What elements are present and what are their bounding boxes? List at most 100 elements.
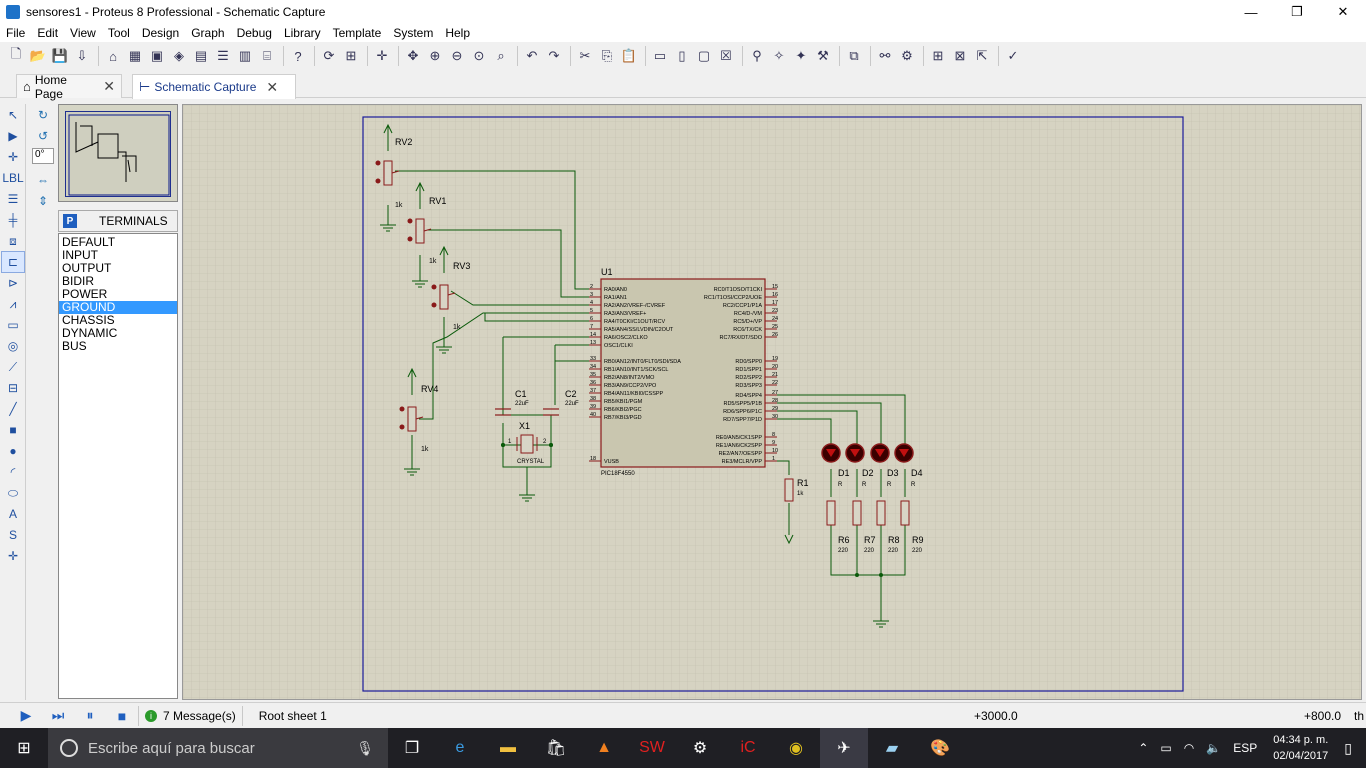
block-move-icon[interactable]: ▯ (672, 46, 692, 66)
box-icon[interactable]: ■ (2, 420, 24, 440)
3d-view-icon[interactable]: ◈ (169, 46, 189, 66)
tab-home-page[interactable]: ⌂ Home Page ✕ (16, 73, 122, 101)
exit-to-parent-icon[interactable]: ⇱ (972, 46, 992, 66)
schematic-drawing[interactable]: RV2 1k RV1 1k RV3 1k RV4 1k C1 22uF C2 2… (183, 105, 1362, 700)
tape-recorder-icon[interactable]: ▭ (2, 315, 24, 335)
edge-icon[interactable]: e (436, 728, 484, 768)
wifi-icon[interactable]: ◠ (1184, 741, 1194, 755)
taskbar-search[interactable]: Escribe aquí para buscar 🎙 (48, 728, 388, 768)
stop-button[interactable]: ■ (112, 706, 132, 726)
explorer-icon[interactable]: ▬ (484, 728, 532, 768)
component-mode-icon[interactable]: ▶ (2, 126, 24, 146)
make-device-icon[interactable]: ✧ (769, 46, 789, 66)
menu-help[interactable]: Help (439, 26, 476, 40)
menu-system[interactable]: System (387, 26, 439, 40)
notepad-icon[interactable]: ▰ (868, 728, 916, 768)
menu-design[interactable]: Design (136, 26, 185, 40)
help-icon[interactable]: ? (288, 46, 308, 66)
electrical-rule-check-icon[interactable]: ✓ (1003, 46, 1023, 66)
origin-icon[interactable]: ✛ (372, 46, 392, 66)
remove-sheet-icon[interactable]: ⊠ (950, 46, 970, 66)
cut-icon[interactable]: ✂ (575, 46, 595, 66)
text-icon[interactable]: A (2, 504, 24, 524)
overview-window[interactable] (58, 104, 178, 202)
restore-button[interactable]: ❐ (1274, 0, 1320, 24)
search-tag-icon[interactable]: ⚯ (875, 46, 895, 66)
zoom-out-icon[interactable]: ⊖ (447, 46, 467, 66)
notifications-icon[interactable]: ▯ (1344, 740, 1352, 757)
undo-icon[interactable]: ↶ (522, 46, 542, 66)
pcb-icon[interactable]: ▣ (147, 46, 167, 66)
chevron-up-icon[interactable]: ⌃ (1138, 741, 1148, 755)
design-explorer-icon[interactable]: ⌸ (257, 46, 277, 66)
new-sheet-icon[interactable]: ⊞ (928, 46, 948, 66)
source-code-icon[interactable]: ▥ (235, 46, 255, 66)
chrome-icon[interactable]: ◉ (772, 728, 820, 768)
minimize-button[interactable]: — (1228, 0, 1274, 24)
messages-indicator[interactable]: i 7 Message(s) (145, 709, 236, 723)
mirror-x-icon[interactable]: ⇔ (32, 170, 54, 190)
rotation-angle-input[interactable]: 0° (32, 148, 54, 164)
schematic-canvas[interactable]: RV2 1k RV1 1k RV3 1k RV4 1k C1 22uF C2 2… (182, 104, 1362, 700)
new-file-icon[interactable]: 🗋 (6, 46, 26, 66)
pan-icon[interactable]: ✥ (403, 46, 423, 66)
bom-icon[interactable]: ☰ (213, 46, 233, 66)
copy-icon[interactable]: ⎘ (597, 46, 617, 66)
menu-template[interactable]: Template (327, 26, 388, 40)
language-indicator[interactable]: ESP (1233, 741, 1257, 755)
menu-debug[interactable]: Debug (231, 26, 278, 40)
wire-autorouter-icon[interactable]: ⧉ (844, 46, 864, 66)
arc-icon[interactable]: ◜ (2, 462, 24, 482)
menu-view[interactable]: View (64, 26, 102, 40)
line-icon[interactable]: ╱ (2, 399, 24, 419)
property-assignment-icon[interactable]: ⚙ (897, 46, 917, 66)
decompose-icon[interactable]: ⚒ (813, 46, 833, 66)
save-icon[interactable]: 💾 (50, 46, 70, 66)
junction-dot-icon[interactable]: ✛ (2, 147, 24, 167)
terminals-mode-icon[interactable]: ⊏ (1, 251, 25, 273)
ccleaner-icon[interactable]: iC (724, 728, 772, 768)
clock[interactable]: 04:34 p. m. 02/04/2017 (1273, 732, 1328, 764)
refresh-icon[interactable]: ⟳ (319, 46, 339, 66)
volume-icon[interactable]: 🔈 (1206, 741, 1221, 755)
graph-mode-icon[interactable]: ⩘ (2, 294, 24, 314)
package-tool-icon[interactable]: ✦ (791, 46, 811, 66)
solidworks-icon[interactable]: SW (628, 728, 676, 768)
close-button[interactable]: ✕ (1320, 0, 1366, 24)
block-copy-icon[interactable]: ▭ (650, 46, 670, 66)
play-button[interactable]: ▶ (16, 706, 36, 726)
home-icon[interactable]: ⌂ (103, 46, 123, 66)
paint-icon[interactable]: 🎨 (916, 728, 964, 768)
path-icon[interactable]: ⬭ (2, 483, 24, 503)
marker-icon[interactable]: ✛ (2, 546, 24, 566)
menu-file[interactable]: File (0, 26, 31, 40)
schematic-icon[interactable]: ▦ (125, 46, 145, 66)
steam-icon[interactable]: ⚙ (676, 728, 724, 768)
list-item[interactable]: BUS (59, 340, 177, 353)
zoom-in-icon[interactable]: ⊕ (425, 46, 445, 66)
zoom-area-icon[interactable]: ⌕ (491, 46, 511, 66)
battery-icon[interactable]: ▭ (1160, 741, 1171, 755)
menu-graph[interactable]: Graph (185, 26, 230, 40)
selection-mode-icon[interactable]: ↖ (2, 105, 24, 125)
pause-button[interactable]: ⏸ (80, 706, 100, 726)
paste-icon[interactable]: 📋 (619, 46, 639, 66)
voltage-probe-icon[interactable]: ⟋ (2, 357, 24, 377)
symbol-icon[interactable]: S (2, 525, 24, 545)
tab-schematic-capture[interactable]: ⊢ Schematic Capture ✕ (132, 74, 296, 99)
menu-library[interactable]: Library (278, 26, 327, 40)
zoom-all-icon[interactable]: ⊙ (469, 46, 489, 66)
redo-icon[interactable]: ↷ (544, 46, 564, 66)
subcircuit-icon[interactable]: ⧈ (2, 231, 24, 251)
block-delete-icon[interactable]: ☒ (716, 46, 736, 66)
pick-device-icon[interactable]: ⚲ (747, 46, 767, 66)
mirror-y-icon[interactable]: ⇕ (32, 191, 54, 211)
vlc-icon[interactable]: ▲ (580, 728, 628, 768)
windows-start-icon[interactable]: ⊞ (0, 728, 48, 768)
pick-devices-button[interactable]: P (63, 214, 77, 228)
menu-tool[interactable]: Tool (102, 26, 136, 40)
block-rotate-icon[interactable]: ▢ (694, 46, 714, 66)
generator-icon[interactable]: ◎ (2, 336, 24, 356)
device-pins-icon[interactable]: ⊳ (2, 273, 24, 293)
import-icon[interactable]: ⇩ (72, 46, 92, 66)
